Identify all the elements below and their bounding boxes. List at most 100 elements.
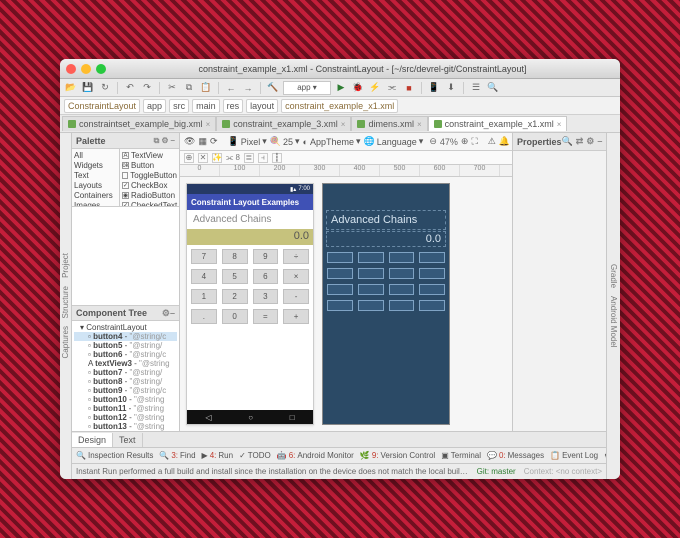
palette-tool-icon[interactable]: ⧉	[154, 136, 160, 146]
clear-constraints-icon[interactable]: ✕	[198, 153, 208, 163]
palette-category[interactable]: All	[74, 151, 117, 161]
device-preview[interactable]: ▮▴7:00 Constraint Layout Examples Advanc…	[186, 183, 314, 425]
hide-icon[interactable]: –	[170, 308, 175, 318]
tool-terminal[interactable]: ▣ Terminal	[441, 451, 481, 460]
file-tab[interactable]: dimens.xml×	[351, 116, 427, 131]
breadcrumb-item[interactable]: main	[192, 99, 220, 113]
palette-item[interactable]: ✓CheckBox	[122, 181, 177, 191]
breadcrumb-item[interactable]: constraint_example_x1.xml	[281, 99, 398, 113]
structure-icon[interactable]: ☰	[469, 81, 483, 95]
hide-icon[interactable]: –	[597, 136, 602, 147]
api-select[interactable]: 🍭 25 ▾	[270, 136, 300, 147]
gear-icon[interactable]: ⚙	[161, 136, 168, 146]
bp-button[interactable]	[419, 268, 445, 279]
redo-icon[interactable]: ↷	[140, 81, 154, 95]
tree-node[interactable]: A textView3 - "@string	[74, 359, 177, 368]
hide-icon[interactable]: –	[171, 136, 175, 146]
tool-run[interactable]: ▶ 4: Run	[202, 451, 234, 460]
calc-button[interactable]: 1	[191, 289, 217, 304]
cut-icon[interactable]: ✂	[165, 81, 179, 95]
palette-category[interactable]: Widgets	[74, 161, 117, 171]
tree-node[interactable]: ▫ button13 - "@string	[74, 422, 177, 431]
autoconnect-icon[interactable]: ⊕	[184, 153, 194, 163]
canvas-area[interactable]: 0100200300400500600700 ▮▴7:00 Constraint…	[180, 165, 512, 431]
tool-version-control[interactable]: 🌿 9: Version Control	[360, 451, 435, 460]
tool-find[interactable]: 🔍 3: 3: FindFind	[159, 451, 195, 460]
run-select[interactable]: app ▾	[283, 81, 331, 95]
swap-icon[interactable]: ⇄	[576, 136, 584, 147]
back-icon[interactable]: ←	[224, 81, 238, 95]
zoom-in-button[interactable]: ⊕	[461, 136, 469, 147]
context-label[interactable]: Context: <no context>	[524, 467, 602, 476]
close-tab-icon[interactable]: ×	[341, 120, 346, 129]
gear-icon[interactable]: ⚙	[586, 136, 594, 147]
gear-icon[interactable]: ⚙	[162, 308, 170, 318]
bp-button[interactable]	[389, 252, 415, 263]
bp-button[interactable]	[419, 284, 445, 295]
open-icon[interactable]: 📂	[64, 81, 78, 95]
calc-button[interactable]: ×	[283, 269, 309, 284]
palette-item[interactable]: ◉RadioButton	[122, 191, 177, 201]
undo-icon[interactable]: ↶	[123, 81, 137, 95]
tool-android-monitor[interactable]: 🤖 6: Android Monitor	[277, 451, 354, 460]
breadcrumb-item[interactable]: src	[169, 99, 189, 113]
forward-icon[interactable]: →	[241, 81, 255, 95]
tree-node[interactable]: ▫ button10 - "@string	[74, 395, 177, 404]
close-tab-icon[interactable]: ×	[206, 120, 211, 129]
file-tab[interactable]: constraint_example_x1.xml×	[428, 116, 568, 131]
tool-tab[interactable]: Project	[61, 253, 70, 278]
calc-button[interactable]: +	[283, 309, 309, 324]
calc-button[interactable]: ÷	[283, 249, 309, 264]
notifications-icon[interactable]: 🔔	[499, 136, 510, 147]
sync-icon[interactable]: ↻	[98, 81, 112, 95]
tree-node[interactable]: ▫ button6 - "@string/c	[74, 350, 177, 359]
search-icon[interactable]: 🔍	[486, 81, 500, 95]
blueprint-preview[interactable]: Advanced Chains 0.0	[322, 183, 450, 425]
warnings-icon[interactable]: ⚠	[488, 136, 496, 147]
tree-node[interactable]: ▾ ConstraintLayout	[74, 323, 177, 332]
file-tab[interactable]: constraintset_example_big.xml×	[62, 116, 216, 131]
calc-button[interactable]: 4	[191, 269, 217, 284]
tab-design[interactable]: Design	[72, 433, 113, 447]
breadcrumb-item[interactable]: app	[143, 99, 166, 113]
tab-text[interactable]: Text	[113, 433, 143, 447]
close-tab-icon[interactable]: ×	[557, 120, 562, 129]
stop-icon[interactable]: ■	[402, 81, 416, 95]
guideline-icon[interactable]: ┇	[272, 153, 282, 163]
palette-category[interactable]: Layouts	[74, 181, 117, 191]
build-icon[interactable]: 🔨	[266, 81, 280, 95]
tool-messages[interactable]: 💬 0: Messages	[487, 451, 544, 460]
infer-icon[interactable]: ✨	[212, 153, 222, 163]
device-select[interactable]: 📱 Pixel ▾	[228, 136, 267, 147]
tree-node[interactable]: ▫ button7 - "@string/	[74, 368, 177, 377]
close-tab-icon[interactable]: ×	[417, 120, 422, 129]
run-icon[interactable]: ▶	[334, 81, 348, 95]
bp-button[interactable]	[389, 268, 415, 279]
palette-item[interactable]: okButton	[122, 161, 177, 171]
debug-icon[interactable]: 🐞	[351, 81, 365, 95]
orientation-icon[interactable]: ⟳	[210, 136, 218, 147]
default-margin-label[interactable]: ⫘ 8	[226, 153, 240, 163]
bp-button[interactable]	[327, 284, 353, 295]
tree-node[interactable]: ▫ button8 - "@string/	[74, 377, 177, 386]
calc-button[interactable]: 8	[222, 249, 248, 264]
paste-icon[interactable]: 📋	[199, 81, 213, 95]
breadcrumb-item[interactable]: res	[223, 99, 244, 113]
palette-category[interactable]: Containers	[74, 191, 117, 201]
zoom-level[interactable]: 47%	[440, 137, 458, 147]
tree-node[interactable]: ▫ button12 - "@string	[74, 413, 177, 422]
tree-node[interactable]: ▫ button11 - "@string	[74, 404, 177, 413]
tool-tab[interactable]: Captures	[61, 326, 70, 358]
bp-button[interactable]	[358, 268, 384, 279]
language-select[interactable]: 🌐 Language ▾	[364, 136, 424, 147]
breadcrumb-item[interactable]: ConstraintLayout	[64, 99, 140, 113]
tool-inspection[interactable]: 🔍 Inspection Results	[76, 451, 153, 460]
save-icon[interactable]: 💾	[81, 81, 95, 95]
minimize-icon[interactable]	[81, 64, 91, 74]
instant-run-icon[interactable]: ⚡	[368, 81, 382, 95]
bp-button[interactable]	[419, 252, 445, 263]
view-mode-icon[interactable]: 👁	[184, 136, 195, 147]
bp-button[interactable]	[327, 300, 353, 311]
bp-button[interactable]	[358, 300, 384, 311]
tree-node[interactable]: ▫ button4 - "@string/c	[74, 332, 177, 341]
